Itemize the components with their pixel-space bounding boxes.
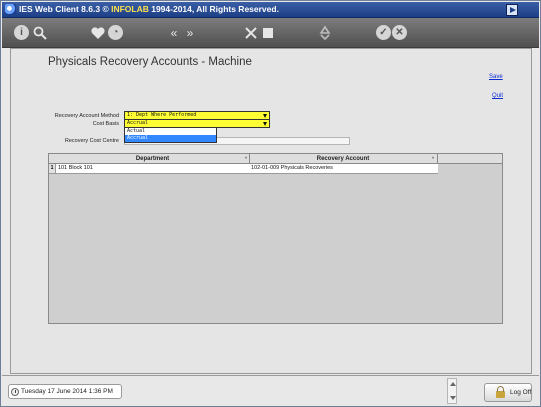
stop-icon[interactable]: [260, 25, 276, 41]
app-logo-icon: [5, 4, 16, 15]
close-icon[interactable]: ✕: [392, 25, 407, 40]
chevron-down-icon: [263, 122, 267, 126]
content-panel: Physicals Recovery Accounts - Machine Sa…: [10, 48, 532, 374]
window-title: IES Web Client 8.6.3 © INFOLAB 1994-2014…: [19, 4, 279, 14]
cost-basis-label: Cost Basis: [92, 121, 119, 127]
recovery-account-cell[interactable]: 102-01-009 Physicals Recoveries: [251, 164, 437, 173]
lock-icon: [496, 386, 505, 398]
recovery-accounts-grid: Department ▾ Recovery Account ▾ 1 101 Bl…: [48, 153, 503, 324]
recovery-cost-centre-label: Recovery Cost Centre: [64, 138, 119, 144]
chevron-down-icon: [263, 114, 267, 118]
toolbar: i ◔ « » ✓ ✕: [2, 18, 539, 48]
cost-basis-option-actual[interactable]: Actual: [125, 128, 216, 135]
status-bar: Tuesday 17 June 2014 1:36 PM Log Off: [2, 375, 539, 406]
scroll-up-icon[interactable]: [450, 382, 456, 386]
status-date-box: Tuesday 17 June 2014 1:36 PM: [8, 384, 122, 399]
sort-icon: ▾: [432, 155, 435, 160]
table-row[interactable]: 1 101 Block 101 102-01-009 Physicals Rec…: [49, 164, 438, 174]
log-off-button[interactable]: Log Off: [484, 383, 532, 402]
grid-header: Department ▾ Recovery Account ▾: [49, 154, 502, 164]
cost-basis-value: Accrual: [127, 120, 149, 126]
scroll-down-icon[interactable]: [450, 396, 456, 400]
title-bar: IES Web Client 8.6.3 © INFOLAB 1994-2014…: [2, 2, 539, 18]
quit-link[interactable]: Quit: [492, 93, 503, 99]
title-suffix: 1994-2014, All Rights Reserved.: [148, 4, 279, 14]
heart-icon[interactable]: [90, 25, 106, 41]
search-icon[interactable]: [32, 25, 48, 41]
clock-icon: [11, 388, 19, 396]
cost-basis-option-accrual[interactable]: Accrual: [125, 135, 216, 142]
app-window: IES Web Client 8.6.3 © INFOLAB 1994-2014…: [0, 0, 541, 407]
title-brand: INFOLAB: [111, 4, 149, 14]
sort-icon: ▾: [245, 155, 248, 160]
recycle-icon[interactable]: [317, 25, 333, 41]
rewind-icon[interactable]: «: [166, 25, 182, 41]
info-icon[interactable]: i: [14, 25, 29, 40]
status-date: Tuesday 17 June 2014 1:36 PM: [21, 388, 113, 395]
column-header-recovery-account[interactable]: Recovery Account: [250, 155, 436, 163]
page-title: Physicals Recovery Accounts - Machine: [48, 56, 252, 68]
window-menu-button[interactable]: [506, 4, 518, 16]
title-prefix: IES Web Client 8.6.3 ©: [19, 4, 112, 14]
clock-icon[interactable]: ◔: [108, 25, 123, 40]
department-cell[interactable]: 101 Block 101: [58, 164, 248, 173]
tools-icon[interactable]: [243, 25, 259, 41]
recovery-account-method-label: Recovery Account Method: [54, 113, 119, 119]
save-link[interactable]: Save: [489, 74, 503, 80]
log-off-label: Log Off: [510, 389, 532, 396]
column-divider: [437, 154, 438, 164]
row-number: 1: [49, 164, 56, 173]
cost-basis-dropdown: Actual Accrual: [124, 127, 217, 143]
column-header-department[interactable]: Department: [56, 155, 249, 163]
check-icon[interactable]: ✓: [376, 25, 391, 40]
status-scroller[interactable]: [447, 378, 457, 404]
fast-forward-icon[interactable]: »: [182, 25, 198, 41]
recovery-account-method-value: 1: Dept Where Performed: [127, 112, 197, 118]
